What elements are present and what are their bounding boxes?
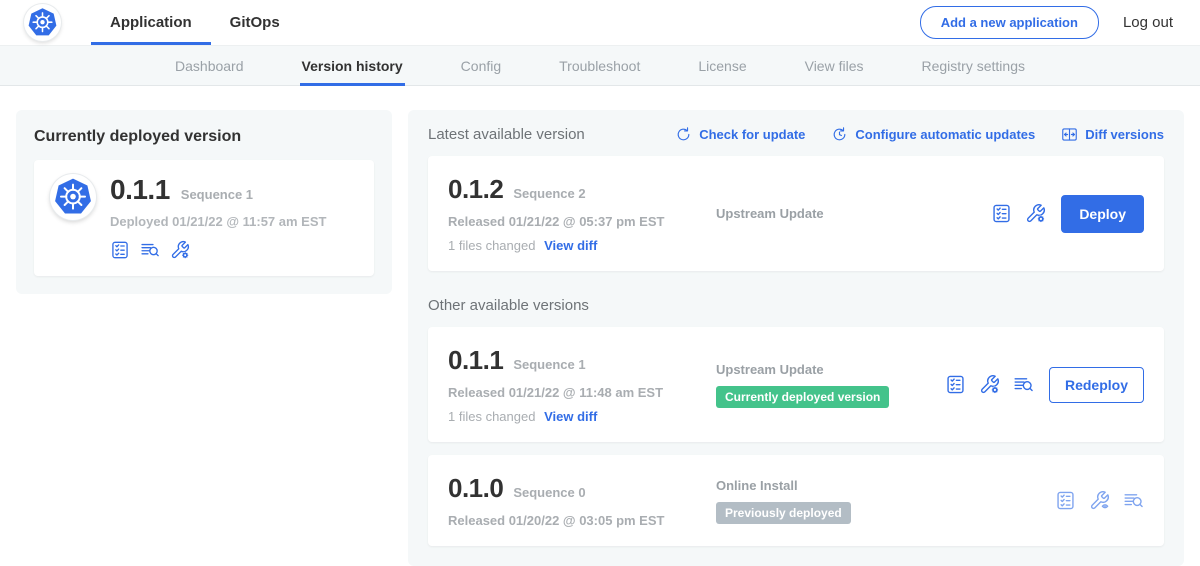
- version-source-label: Online Install: [716, 478, 1055, 493]
- panel-actions: Check for update Configure automatic upda…: [675, 126, 1164, 143]
- tab-troubleshoot[interactable]: Troubleshoot: [559, 46, 640, 85]
- version-actions: [1055, 490, 1144, 511]
- version-sequence: Sequence 0: [513, 485, 585, 500]
- version-source-column: Upstream Update: [696, 206, 991, 221]
- latest-available-title: Latest available version: [428, 126, 585, 143]
- logout-button[interactable]: Log out: [1123, 14, 1173, 31]
- version-info: 0.1.1 Sequence 1 Released 01/21/22 @ 11:…: [448, 345, 696, 424]
- deployed-version-icons: [110, 240, 326, 260]
- version-card: 0.1.0 Sequence 0 Released 01/20/22 @ 03:…: [428, 455, 1164, 546]
- files-changed-row: 1 files changed View diff: [448, 238, 696, 253]
- action-label: Configure automatic updates: [855, 127, 1035, 142]
- version-sequence: Sequence 1: [513, 357, 585, 372]
- deploy-status-badge: Currently deployed version: [716, 386, 889, 408]
- app-logo: [24, 4, 61, 41]
- deployed-version-number: 0.1.1: [110, 174, 170, 206]
- version-source-label: Upstream Update: [716, 206, 991, 221]
- tab-config[interactable]: Config: [461, 46, 501, 85]
- tab-dashboard[interactable]: Dashboard: [175, 46, 244, 85]
- version-sequence: Sequence 2: [513, 186, 585, 201]
- deploy-button[interactable]: Deploy: [1061, 195, 1144, 233]
- files-changed-row: 1 files changed View diff: [448, 409, 696, 424]
- wrench-gear-icon[interactable]: [979, 374, 1000, 395]
- main-content: Currently deployed version 0: [0, 86, 1200, 566]
- deployed-version-sequence: Sequence 1: [181, 187, 253, 202]
- checklist-icon[interactable]: [945, 374, 966, 395]
- files-changed-label: 1 files changed: [448, 409, 535, 424]
- version-card: 0.1.1 Sequence 1 Released 01/21/22 @ 11:…: [428, 327, 1164, 442]
- header-tab-gitops[interactable]: GitOps: [211, 0, 299, 45]
- refresh-icon: [675, 126, 692, 143]
- wrench-gear-icon[interactable]: [1025, 203, 1046, 224]
- version-number: 0.1.0: [448, 473, 503, 504]
- add-application-button[interactable]: Add a new application: [920, 6, 1099, 39]
- action-label: Check for update: [699, 127, 805, 142]
- currently-deployed-panel: Currently deployed version 0: [16, 110, 392, 294]
- redeploy-button[interactable]: Redeploy: [1049, 367, 1144, 403]
- list-magnifier-icon[interactable]: [1123, 490, 1144, 511]
- checklist-icon[interactable]: [110, 240, 130, 260]
- tab-registry-settings[interactable]: Registry settings: [922, 46, 1025, 85]
- version-card: 0.1.2 Sequence 2 Released 01/21/22 @ 05:…: [428, 156, 1164, 271]
- version-actions: Deploy: [991, 195, 1144, 233]
- available-panel-header: Latest available version Check for updat…: [428, 126, 1164, 143]
- check-for-update-link[interactable]: Check for update: [675, 126, 805, 143]
- header-tab-application[interactable]: Application: [91, 0, 211, 45]
- deployed-version-card: 0.1.1 Sequence 1 Deployed 01/21/22 @ 11:…: [34, 160, 374, 276]
- diff-versions-link[interactable]: Diff versions: [1061, 126, 1164, 143]
- other-version-list: 0.1.1 Sequence 1 Released 01/21/22 @ 11:…: [428, 327, 1164, 546]
- deployed-timestamp: Deployed 01/21/22 @ 11:57 am EST: [110, 214, 326, 229]
- files-changed-label: 1 files changed: [448, 238, 535, 253]
- header-right: Add a new application Log out: [920, 6, 1200, 39]
- list-magnifier-icon[interactable]: [1013, 374, 1034, 395]
- wrench-eye-icon[interactable]: [1089, 490, 1110, 511]
- version-source-column: Online Install Previously deployed: [696, 478, 1055, 524]
- version-action-icons: [1055, 490, 1144, 511]
- checklist-icon[interactable]: [1055, 490, 1076, 511]
- other-versions-title: Other available versions: [428, 297, 1164, 314]
- version-number: 0.1.2: [448, 174, 503, 205]
- subnav: Dashboard Version history Config Troublesho…: [0, 45, 1200, 86]
- deployed-panel-title: Currently deployed version: [34, 128, 374, 146]
- version-source-column: Upstream Update Currently deployed versi…: [696, 362, 945, 408]
- latest-version-list: 0.1.2 Sequence 2 Released 01/21/22 @ 05:…: [428, 156, 1164, 271]
- available-versions-panel: Latest available version Check for updat…: [408, 110, 1184, 566]
- version-actions: Redeploy: [945, 367, 1144, 403]
- tab-license[interactable]: License: [698, 46, 746, 85]
- app-logo: [50, 174, 96, 220]
- wrench-gear-icon[interactable]: [170, 240, 190, 260]
- version-source-label: Upstream Update: [716, 362, 945, 377]
- version-info: 0.1.2 Sequence 2 Released 01/21/22 @ 05:…: [448, 174, 696, 253]
- version-number: 0.1.1: [448, 345, 503, 376]
- list-magnifier-icon[interactable]: [140, 240, 160, 260]
- clock-refresh-icon: [831, 126, 848, 143]
- tab-view-files[interactable]: View files: [805, 46, 864, 85]
- deploy-status-badge: Previously deployed: [716, 502, 851, 524]
- configure-automatic-updates-link[interactable]: Configure automatic updates: [831, 126, 1035, 143]
- kubernetes-icon: [53, 177, 93, 217]
- version-action-icons: [945, 374, 1034, 395]
- diff-icon: [1061, 126, 1078, 143]
- tab-version-history[interactable]: Version history: [302, 46, 403, 85]
- view-diff-link[interactable]: View diff: [544, 238, 597, 253]
- version-released-timestamp: Released 01/20/22 @ 03:05 pm EST: [448, 513, 696, 528]
- top-header: ApplicationGitOps Add a new application …: [0, 0, 1200, 45]
- version-released-timestamp: Released 01/21/22 @ 05:37 pm EST: [448, 214, 696, 229]
- action-label: Diff versions: [1085, 127, 1164, 142]
- version-action-icons: [991, 203, 1046, 224]
- version-info: 0.1.0 Sequence 0 Released 01/20/22 @ 03:…: [448, 473, 696, 528]
- view-diff-link[interactable]: View diff: [544, 409, 597, 424]
- kubernetes-icon: [27, 7, 58, 38]
- version-released-timestamp: Released 01/21/22 @ 11:48 am EST: [448, 385, 696, 400]
- checklist-icon[interactable]: [991, 203, 1012, 224]
- header-tabs: ApplicationGitOps: [91, 0, 299, 45]
